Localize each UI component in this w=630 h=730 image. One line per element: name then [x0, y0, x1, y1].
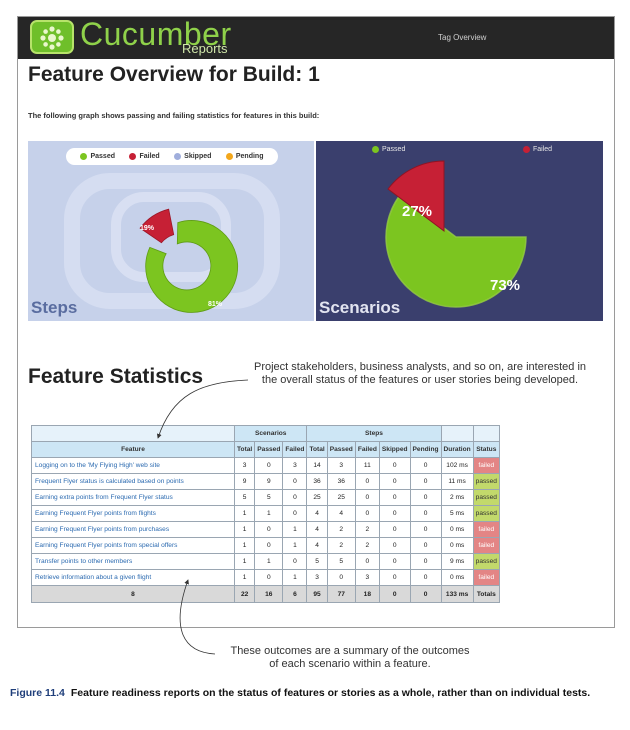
figure-caption-text: Feature readiness reports on the status … [70, 687, 591, 699]
callout-bottom-arrow [179, 579, 216, 655]
figure-caption: Figure 11.4 Feature readiness reports on … [10, 686, 625, 700]
callout-top-arrow [156, 379, 249, 439]
callout-arrows [156, 379, 249, 655]
figure-label: Figure 11.4 [10, 687, 65, 699]
